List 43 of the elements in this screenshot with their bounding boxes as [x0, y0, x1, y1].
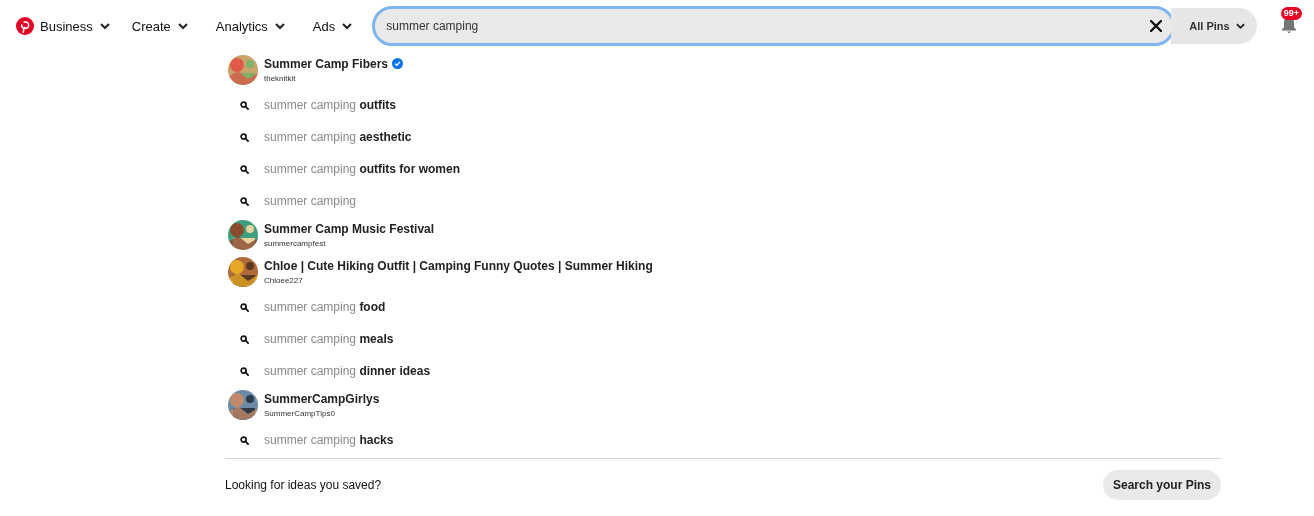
- search-icon: [240, 435, 249, 445]
- search-icon: [240, 302, 249, 312]
- search-icon: [240, 100, 249, 110]
- profile-name: Summer Camp Fibers: [264, 56, 389, 71]
- profile-name: SummerCampGirlys: [264, 391, 380, 406]
- profile-handle: summercampfest: [264, 238, 327, 248]
- search-suggestion[interactable]: summer camping dinner ideas: [225, 355, 1221, 387]
- nav-menu[interactable]: Business: [40, 12, 110, 40]
- nav-menu[interactable]: Ads: [312, 12, 353, 40]
- search-suggestion[interactable]: summer camping aesthetic: [225, 121, 1221, 153]
- footer-prompt: Looking for ideas you saved?: [225, 478, 382, 492]
- profile-handle: SummerCampTips0: [264, 408, 336, 418]
- chevron-down-icon: [177, 22, 188, 30]
- profile-name: Summer Camp Music Festival: [264, 221, 435, 236]
- search-suggestion[interactable]: summer camping outfits for women: [225, 153, 1221, 185]
- profile-handle: theknitkit: [264, 73, 297, 83]
- nav-menu[interactable]: Create: [131, 12, 188, 40]
- scope-dropdown[interactable]: All Pins: [1171, 8, 1257, 44]
- search-icon: [240, 132, 249, 142]
- search-icon: [240, 334, 249, 344]
- chevron-down-icon: [99, 22, 110, 30]
- search-suggestion[interactable]: summer camping meals: [225, 323, 1221, 355]
- profile-handle: Chloee227: [264, 275, 304, 285]
- profile-suggestion[interactable]: Chloe | Cute Hiking Outfit | Camping Funny Quotes | Summer Hiking Chloee227: [228, 254, 1221, 289]
- nav-menu[interactable]: Analytics: [215, 12, 285, 40]
- chevron-down-icon: [342, 22, 353, 30]
- search-pins-button[interactable]: Search your Pins: [1102, 470, 1221, 500]
- search-icon: [240, 164, 249, 174]
- profile-suggestion[interactable]: Summer Camp Music Festival summercampfest: [228, 217, 1221, 252]
- profile-suggestion[interactable]: Summer Camp Fibers theknitkit: [228, 52, 1221, 87]
- search-suggestion[interactable]: summer camping: [225, 185, 1221, 217]
- chevron-down-icon: [274, 22, 285, 30]
- notification-badge: 99+: [1280, 7, 1302, 20]
- search-icon: [240, 366, 249, 376]
- close-icon[interactable]: [1150, 20, 1163, 32]
- search-suggestion[interactable]: summer camping hacks: [225, 424, 1221, 456]
- search-icon: [240, 196, 249, 206]
- profile-name: Chloe | Cute Hiking Outfit | Camping Funny Quotes | Summer Hiking: [264, 258, 653, 273]
- search-suggestion[interactable]: summer camping outfits: [225, 89, 1221, 121]
- logo-icon[interactable]: [16, 17, 34, 35]
- chevron-down-icon: [1235, 22, 1245, 30]
- search-suggestion[interactable]: summer camping food: [225, 291, 1221, 323]
- profile-suggestion[interactable]: SummerCampGirlys SummerCampTips0: [228, 387, 1221, 422]
